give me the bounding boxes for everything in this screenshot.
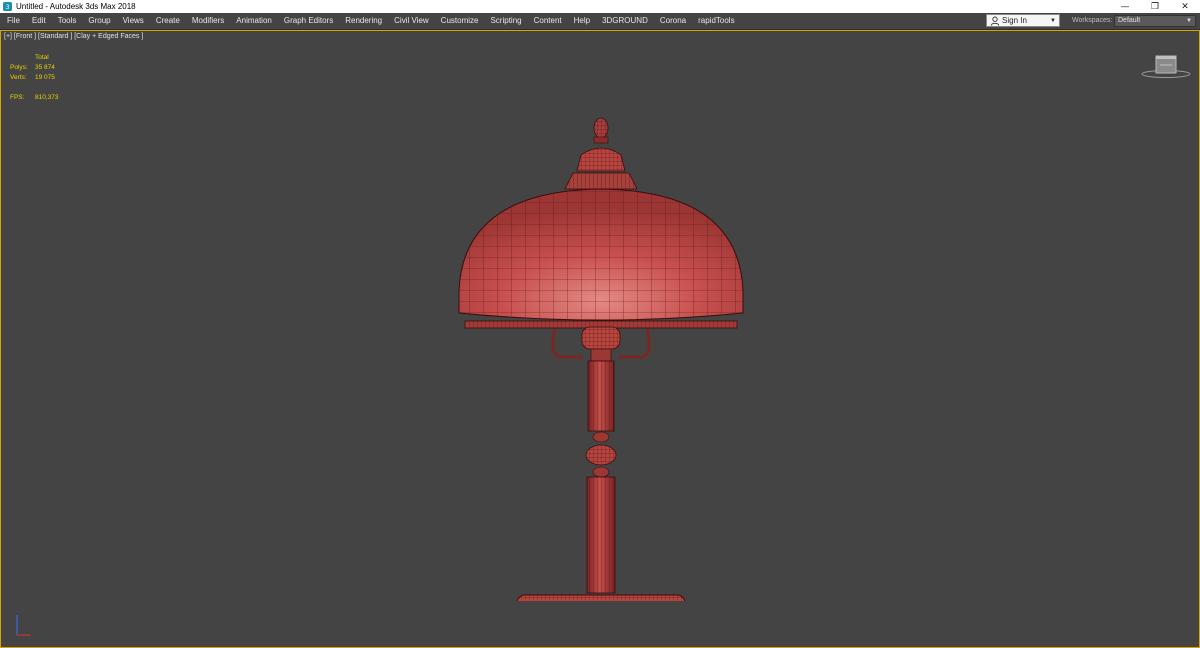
menu-help[interactable]: Help xyxy=(568,13,596,29)
menu-tools[interactable]: Tools xyxy=(52,13,83,29)
stats-header: Total xyxy=(35,54,49,61)
menu-views[interactable]: Views xyxy=(117,13,150,29)
minimize-button[interactable]: — xyxy=(1110,0,1140,13)
menu-scripting[interactable]: Scripting xyxy=(484,13,527,29)
user-icon xyxy=(990,16,1000,26)
menu-graph-editors[interactable]: Graph Editors xyxy=(278,13,339,29)
table-lamp-model[interactable] xyxy=(441,81,761,601)
workspaces-value: Default xyxy=(1118,17,1141,24)
menu-animation[interactable]: Animation xyxy=(230,13,278,29)
front-viewport[interactable]: [+] [Front ] [Standard ] [Clay + Edged F… xyxy=(0,30,1200,648)
polys-label: Polys: xyxy=(10,64,28,71)
viewport-statistics: Total Polys: 35 874 Verts: 19 075 FPS: 810,… xyxy=(10,53,59,103)
window-title: Untitled - Autodesk 3ds Max 2018 xyxy=(16,2,136,11)
viewport-label[interactable]: [+] [Front ] [Standard ] [Clay + Edged F… xyxy=(4,33,143,40)
workspaces-select[interactable]: Default ▼ xyxy=(1114,15,1196,27)
fps-label: FPS: xyxy=(10,94,25,101)
restore-button[interactable]: ❐ xyxy=(1140,0,1170,13)
menu-file[interactable]: File xyxy=(0,13,26,29)
sign-in-dropdown[interactable]: Sign In ▼ xyxy=(986,14,1060,27)
menu-customize[interactable]: Customize xyxy=(435,13,485,29)
menu-civil-view[interactable]: Civil View xyxy=(388,13,435,29)
polys-value: 35 874 xyxy=(35,64,55,71)
menu-rendering[interactable]: Rendering xyxy=(339,13,388,29)
title-bar: 3 Untitled - Autodesk 3ds Max 2018 — ❐ ✕ xyxy=(0,0,1200,13)
menu-edit[interactable]: Edit xyxy=(26,13,52,29)
3dsmax-icon: 3 xyxy=(3,2,12,11)
menu-rapidtools[interactable]: rapidTools xyxy=(692,13,740,29)
axis-tripod-icon xyxy=(16,615,31,636)
verts-value: 19 075 xyxy=(35,74,55,81)
menu-3dground[interactable]: 3DGROUND xyxy=(596,13,654,29)
menu-modifiers[interactable]: Modifiers xyxy=(186,13,230,29)
workspaces-label: Workspaces: xyxy=(1072,17,1113,24)
chevron-down-icon: ▼ xyxy=(1186,18,1192,24)
fps-value: 810,373 xyxy=(35,94,59,101)
svg-text:3: 3 xyxy=(5,4,9,11)
window-controls: — ❐ ✕ xyxy=(1110,0,1200,13)
viewcube-icon[interactable] xyxy=(1141,53,1191,79)
verts-label: Verts: xyxy=(10,74,27,81)
menu-content[interactable]: Content xyxy=(528,13,568,29)
menu-group[interactable]: Group xyxy=(82,13,116,29)
menu-create[interactable]: Create xyxy=(150,13,186,29)
chevron-down-icon: ▼ xyxy=(1050,18,1056,24)
sign-in-label: Sign In xyxy=(1002,16,1027,25)
close-button[interactable]: ✕ xyxy=(1170,0,1200,13)
menu-corona[interactable]: Corona xyxy=(654,13,692,29)
